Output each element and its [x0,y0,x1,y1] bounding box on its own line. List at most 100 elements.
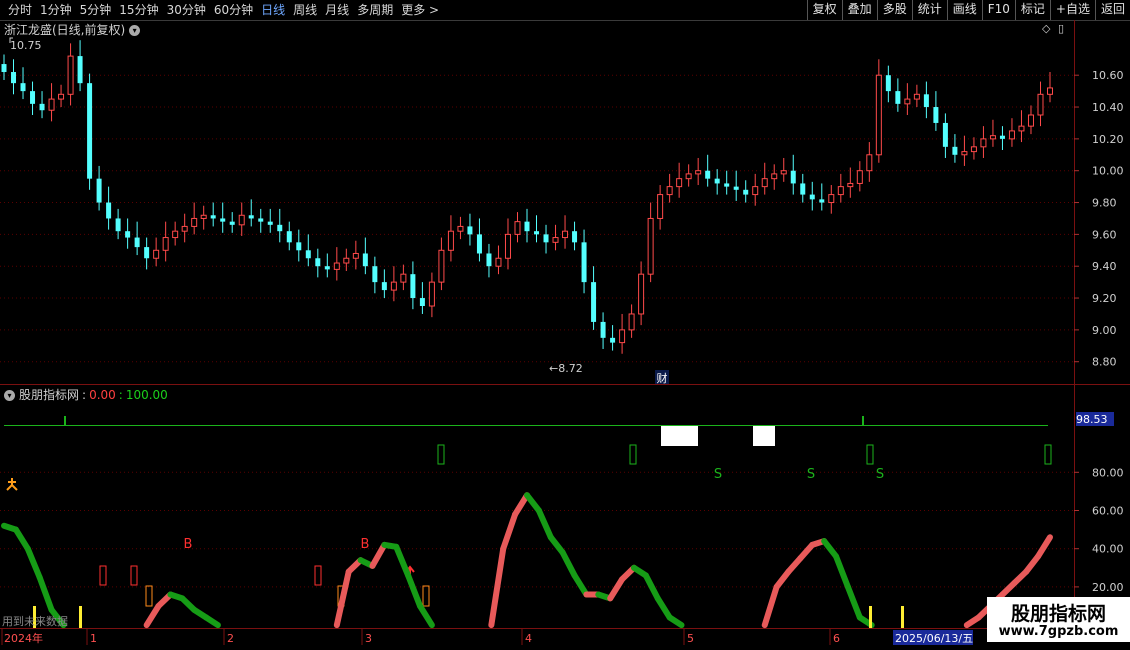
indicator-separator: : [82,388,87,402]
candle-body [277,224,283,232]
indicator-band-segment [607,576,626,602]
candle-body [780,170,787,175]
indicator-band-segment [393,543,412,579]
indicator-band-segment [333,568,352,629]
candle-body [771,173,778,180]
candle-body [980,138,987,148]
chart-title: 浙江龙盛(日线,前复权) ▾ [4,21,141,38]
indicator-band-segment [571,572,590,598]
candle-body [752,186,759,196]
candle-body [400,273,407,283]
x-axis-label: 3 [365,632,372,645]
candle-body [837,186,844,196]
candle-body [305,250,311,259]
indicator-header: ▾ 股朋指标网:0.00:100.00 [4,386,168,403]
candle-body [220,218,226,222]
candle-body [200,214,207,219]
candle-body [695,170,702,175]
candle-body [619,329,626,344]
window-icon[interactable]: ▯ [1058,22,1064,35]
sell-signal-label: S [876,467,884,482]
candle-body [952,146,958,155]
bottom-note: 用到未来数据 [2,614,68,628]
indicator-value-b: 100.00 [125,388,168,402]
candle-body [467,226,473,235]
indicator-band-segment [405,572,424,609]
price-tick-label: 9.20 [1092,292,1117,305]
candle-body [153,249,160,259]
price-tick-label: 9.40 [1092,260,1117,273]
buy-signal-label: B [361,537,370,552]
candle-body [866,154,873,172]
candle-body [514,221,521,235]
red-signal-box [130,565,138,586]
low-price-label: ←8.72 [549,362,583,375]
orange-signal-box [145,585,153,607]
indicator-band-segment [203,614,221,629]
indicator-band-segment [654,595,673,621]
candle-body [676,178,683,188]
candle-body [666,186,673,196]
indicator-name: 股朋指标网 [19,388,80,402]
candle-body [258,218,264,222]
indicator-band-segment [1035,534,1053,560]
price-tick-label: 10.20 [1092,133,1124,146]
candle-body [552,237,559,243]
chart-corner-icons: ◇ ▯ [1042,22,1064,35]
candle-body [267,221,273,225]
diamond-icon[interactable]: ◇ [1042,22,1050,35]
indicator-band-segment [369,541,388,569]
candle-body [87,83,93,179]
candle-body [191,217,198,227]
candle-body [333,262,340,270]
candle-body [324,266,330,270]
indicator-band-segment [642,572,661,602]
candle-body [913,93,920,100]
indicator-band-segment [761,583,780,629]
candle-body [800,183,806,195]
stock-title-text: 浙江龙盛(日线,前复权) [4,23,126,37]
indicator-tick-label: 20.00 [1092,581,1124,594]
candle-body [923,94,929,108]
sell-signal-label: S [714,467,722,482]
red-signal-box [314,565,322,586]
indicator-toggle-icon[interactable]: ▾ [4,390,15,401]
candle-body [495,257,502,267]
green-signal-box [1044,444,1052,465]
candle-body [942,122,948,147]
candle-body [628,313,635,331]
high-price-label: 10.75 [10,39,42,52]
indicator-band-segment [512,492,530,518]
candle-body [410,274,416,299]
candle-body [67,55,74,95]
candle-body [534,231,540,235]
price-tick-label: 9.80 [1092,197,1117,210]
candle-body [106,202,112,219]
indicator-band-segment [535,507,554,541]
stock-chart: 10.6010.4010.2010.009.809.609.409.209.00… [0,20,1130,645]
x-axis-label: 2 [227,632,234,645]
candle-body [352,252,359,259]
indicator-band-segment [500,511,519,552]
watermark-url: www.7gpzb.com [998,624,1119,639]
candle-body [48,98,55,111]
red-signal-box [99,565,107,586]
candle-body [685,173,692,180]
candle-body [476,234,482,254]
indicator-tick-label: 40.00 [1092,543,1124,556]
chevron-down-icon[interactable]: ▾ [129,25,141,36]
indicator-band-segment [666,614,685,629]
x-axis-label: 4 [525,632,532,645]
candle-body [638,273,645,315]
candle-body [210,215,216,219]
candle-body [125,231,131,238]
person-icon [6,478,18,491]
candle-body [724,183,730,187]
candle-body [743,189,749,195]
indicator-band-segment [36,574,55,613]
candle-body [999,135,1005,139]
finance-marker: 财 [657,371,668,385]
candle-body [933,107,939,123]
candle-body [457,225,464,232]
indicator-band-segment [143,603,162,629]
